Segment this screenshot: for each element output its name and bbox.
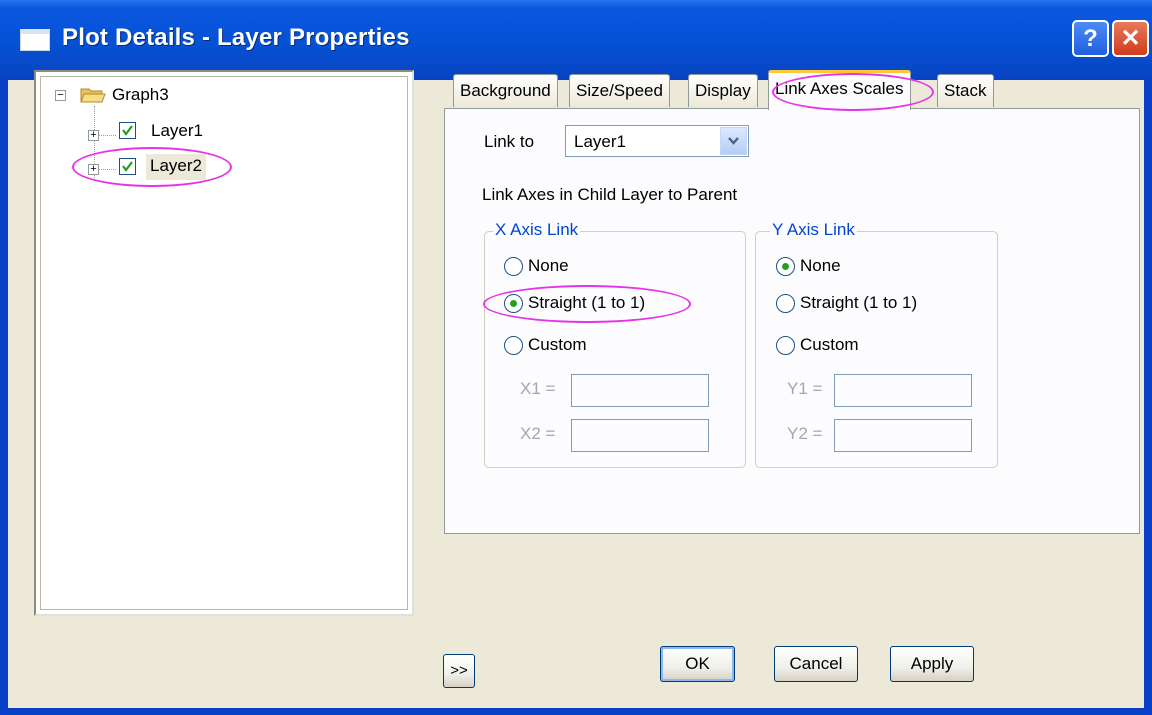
y-straight-label: Straight (1 to 1)	[800, 293, 918, 312]
x-custom-radio[interactable]	[504, 336, 523, 355]
x2-input[interactable]	[571, 419, 709, 452]
help-button[interactable]: ?	[1072, 20, 1109, 57]
dialog-body: − Graph3 + Layer1 + Layer2 Background Si…	[8, 70, 1144, 708]
highlight-ellipse	[72, 147, 232, 187]
y-none-radio[interactable]	[776, 257, 795, 276]
section-label: Link Axes in Child Layer to Parent	[482, 185, 738, 204]
expand-button[interactable]: >>	[443, 654, 475, 688]
ok-button[interactable]: OK	[660, 646, 735, 682]
tree-item-layer1[interactable]: Layer1	[151, 121, 203, 141]
collapse-icon[interactable]: −	[55, 90, 66, 101]
tree-item-graph3[interactable]: Graph3	[112, 85, 169, 105]
window-icon	[20, 29, 50, 51]
highlight-ellipse	[483, 285, 691, 323]
y2-label: Y2 =	[787, 424, 823, 443]
x1-input[interactable]	[571, 374, 709, 407]
dialog-window: Plot Details - Layer Properties ? ✕ − Gr…	[0, 0, 1152, 715]
tab-size-speed[interactable]: Size/Speed	[569, 74, 670, 107]
y-custom-radio[interactable]	[776, 336, 795, 355]
close-button[interactable]: ✕	[1112, 20, 1149, 57]
y-custom-label: Custom	[800, 335, 859, 354]
folder-icon	[80, 86, 106, 104]
tab-display[interactable]: Display	[688, 74, 758, 107]
x2-label: X2 =	[520, 424, 556, 443]
y1-input[interactable]	[834, 374, 972, 407]
y2-input[interactable]	[834, 419, 972, 452]
cancel-button[interactable]: Cancel	[774, 646, 858, 682]
close-icon: ✕	[1120, 25, 1141, 52]
x-axis-title: X Axis Link	[493, 220, 581, 240]
x-none-radio[interactable]	[504, 257, 523, 276]
window-title: Plot Details - Layer Properties	[62, 24, 410, 51]
y-none-label: None	[800, 256, 841, 275]
apply-button[interactable]: Apply	[890, 646, 974, 682]
link-to-value: Layer1	[574, 132, 626, 151]
expand-icon[interactable]: +	[88, 130, 99, 141]
chevron-down-icon[interactable]	[720, 127, 747, 155]
link-to-label: Link to	[484, 132, 535, 151]
y1-label: Y1 =	[787, 379, 823, 398]
x1-label: X1 =	[520, 379, 556, 398]
highlight-ellipse	[772, 73, 934, 111]
tab-background[interactable]: Background	[453, 74, 558, 107]
y-axis-title: Y Axis Link	[770, 220, 857, 240]
y-straight-radio[interactable]	[776, 294, 795, 313]
x-none-label: None	[528, 256, 569, 275]
layer-tree[interactable]	[34, 70, 414, 616]
layer1-checkbox[interactable]	[119, 122, 136, 139]
tab-stack[interactable]: Stack	[937, 74, 994, 107]
title-bar[interactable]: Plot Details - Layer Properties ? ✕	[0, 0, 1152, 80]
link-to-dropdown[interactable]: Layer1	[565, 125, 749, 157]
x-custom-label: Custom	[528, 335, 587, 354]
